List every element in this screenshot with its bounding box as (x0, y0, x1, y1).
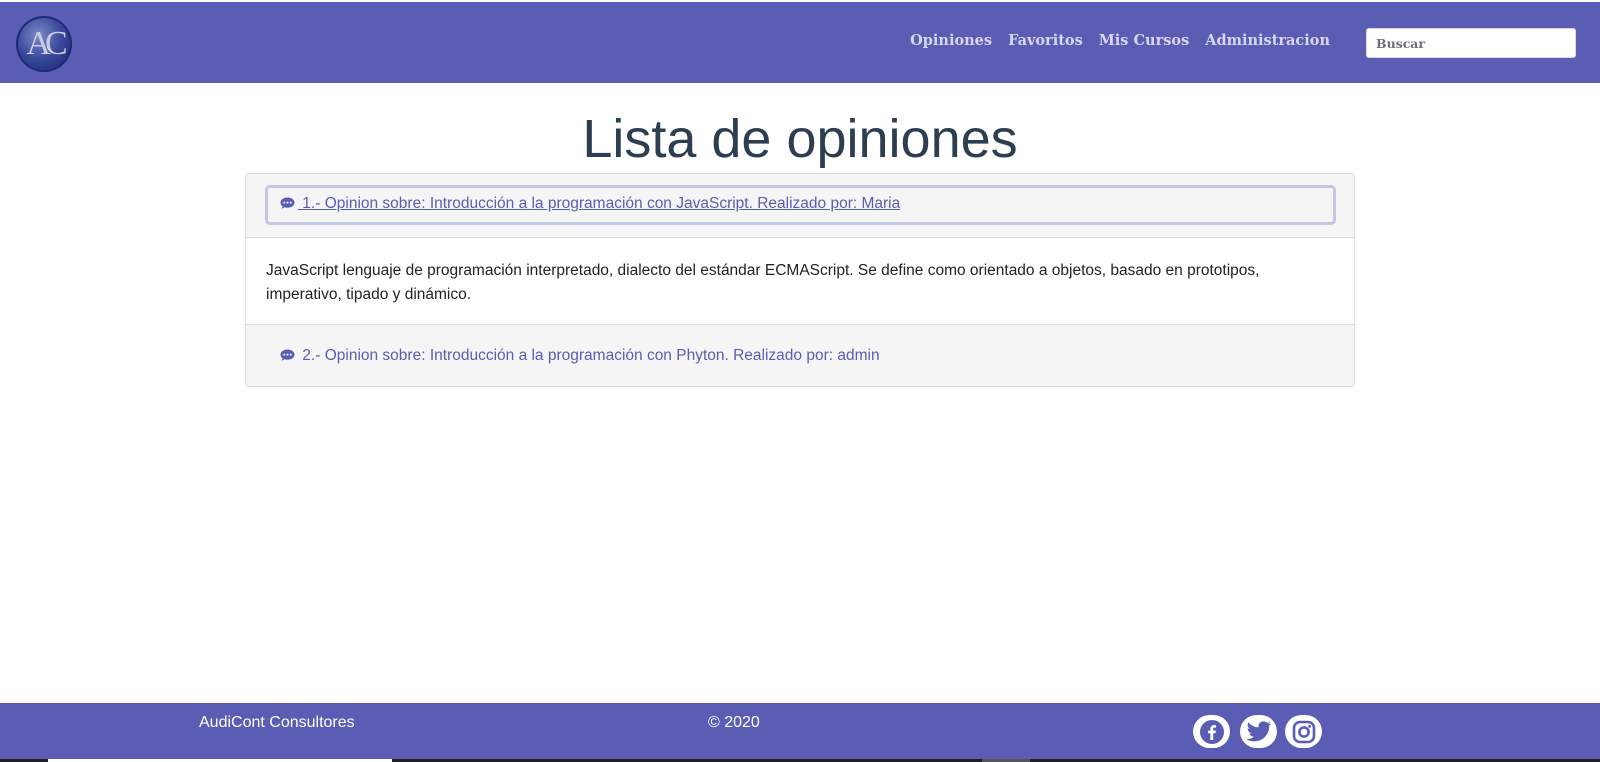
opinion-link-label: 2.- Opinion sobre: Introducción a la pro… (298, 347, 880, 364)
footer-brand: AudiCont Consultores (199, 714, 355, 731)
nav-link-favoritos[interactable]: Favoritos (1008, 32, 1083, 49)
opinion-body-1: JavaScript lenguaje de programación inte… (246, 238, 1354, 325)
opinion-link-1[interactable]: 1.- Opinion sobre: Introducción a la pro… (280, 195, 900, 213)
comment-dots-icon (280, 349, 295, 361)
opinions-accordion: 1.- Opinion sobre: Introducción a la pro… (245, 173, 1355, 387)
twitter-icon[interactable] (1240, 715, 1277, 748)
logo[interactable]: AC (16, 16, 72, 72)
opinion-link-2[interactable]: 2.- Opinion sobre: Introducción a la pro… (280, 347, 880, 365)
nav-link-mis-cursos[interactable]: Mis Cursos (1099, 32, 1190, 49)
footer: AudiCont Consultores © 2020 (0, 703, 1600, 759)
nav-link-opiniones[interactable]: Opiniones (910, 32, 992, 49)
opinion-header-1[interactable]: 1.- Opinion sobre: Introducción a la pro… (246, 174, 1354, 238)
opinion-link-label: 1.- Opinion sobre: Introducción a la pro… (298, 195, 901, 212)
navbar: AC Opiniones Favoritos Mis Cursos Admini… (0, 2, 1600, 83)
instagram-icon[interactable] (1285, 715, 1322, 748)
nav-links: Opiniones Favoritos Mis Cursos Administr… (894, 32, 1330, 49)
search-input[interactable] (1366, 28, 1576, 58)
opinion-header-2[interactable]: 2.- Opinion sobre: Introducción a la pro… (246, 325, 1354, 386)
nav-link-administracion[interactable]: Administracion (1205, 32, 1330, 49)
facebook-icon[interactable] (1193, 715, 1230, 748)
comment-dots-icon (280, 197, 295, 209)
opinion-text: JavaScript lenguaje de programación inte… (266, 262, 1260, 303)
logo-text: AC (26, 25, 67, 62)
footer-copyright: © 2020 (708, 714, 760, 731)
page-title: Lista de opiniones (582, 109, 1018, 169)
